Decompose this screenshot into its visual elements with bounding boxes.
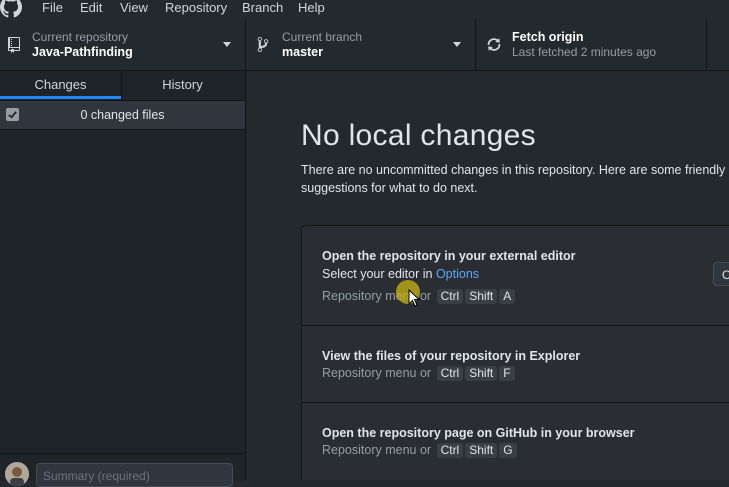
shortcut-prefix: Repository menu or <box>322 366 432 380</box>
current-branch-button[interactable]: Current branch master <box>246 19 476 70</box>
key-ctrl: Ctrl <box>436 289 464 304</box>
key-shift: Shift <box>465 366 498 381</box>
fetch-origin-label: Fetch origin <box>512 30 584 44</box>
sidebar: Changes History 0 changed files Summary … <box>0 71 246 487</box>
current-branch-label: Current branch <box>282 30 363 44</box>
menu-repository[interactable]: Repository <box>165 0 227 15</box>
chevron-down-icon <box>223 42 231 47</box>
summary-input[interactable]: Summary (required) <box>36 463 233 487</box>
subtitle-text: Select your editor in <box>322 267 436 281</box>
last-fetched-status: Last fetched 2 minutes ago <box>512 45 657 59</box>
fetch-origin-button[interactable]: Fetch origin Last fetched 2 minutes ago <box>476 19 707 70</box>
suggestion-show-in-explorer: View the files of your repository in Exp… <box>302 326 729 403</box>
selected-tab-indicator <box>0 96 121 99</box>
page-title: No local changes <box>301 119 536 152</box>
repo-icon <box>8 37 20 53</box>
menu-bar: File Edit View Repository Branch Help <box>0 0 729 18</box>
menu-branch[interactable]: Branch <box>242 0 283 15</box>
menu-file[interactable]: File <box>42 0 63 15</box>
changes-list-header: 0 changed files <box>0 100 245 130</box>
suggestion-title: Open the repository in your external edi… <box>322 249 576 263</box>
shortcut-prefix: Repository menu or <box>322 443 432 457</box>
current-repository-name: Java-Pathfinding <box>32 45 133 59</box>
key-shift: Shift <box>465 289 498 304</box>
user-avatar-icon <box>5 462 29 486</box>
open-in-editor-button[interactable]: Open in Visual Studio Code <box>713 262 729 286</box>
suggestion-title: View the files of your repository in Exp… <box>322 349 581 363</box>
suggestion-shortcut: Repository menu or Ctrl Shift F <box>322 366 515 381</box>
current-branch-name: master <box>282 45 323 59</box>
menu-edit[interactable]: Edit <box>80 0 102 15</box>
github-logo-icon[interactable] <box>0 0 22 18</box>
tab-changes[interactable]: Changes <box>0 71 122 99</box>
tab-history[interactable]: History <box>122 71 243 99</box>
key-g: G <box>499 443 517 458</box>
sync-icon <box>487 38 501 51</box>
options-link[interactable]: Options <box>436 267 479 281</box>
main-content: No local changes There are no uncommitte… <box>246 71 729 480</box>
current-repository-button[interactable]: Current repository Java-Pathfinding <box>0 19 246 70</box>
key-ctrl: Ctrl <box>436 443 464 458</box>
key-shift: Shift <box>465 443 498 458</box>
branch-icon <box>257 37 269 52</box>
commit-area: Summary (required) <box>0 453 245 487</box>
menu-help[interactable]: Help <box>298 0 325 15</box>
mouse-pointer-icon <box>408 289 420 307</box>
key-f: F <box>499 366 515 381</box>
suggestion-subtitle: Select your editor in Options <box>322 267 479 281</box>
avatar <box>5 462 29 486</box>
suggestion-view-on-github: Open the repository page on GitHub in yo… <box>302 403 729 480</box>
chevron-down-icon <box>453 42 461 47</box>
page-description: There are no uncommitted changes in this… <box>301 163 726 195</box>
current-repository-label: Current repository <box>32 30 129 44</box>
key-ctrl: Ctrl <box>436 366 464 381</box>
suggestion-open-editor: Open the repository in your external edi… <box>302 226 729 326</box>
suggestion-title: Open the repository page on GitHub in yo… <box>322 426 635 440</box>
key-a: A <box>499 289 516 304</box>
suggestion-shortcut: Repository menu or Ctrl Shift G <box>322 443 517 458</box>
suggestions-card: Open the repository in your external edi… <box>301 225 729 480</box>
changed-files-count: 0 changed files <box>80 108 165 122</box>
menu-view[interactable]: View <box>120 0 148 15</box>
toolbar: Current repository Java-Pathfinding Curr… <box>0 19 729 71</box>
tab-history-label: History <box>162 77 203 92</box>
tab-changes-label: Changes <box>34 77 87 92</box>
